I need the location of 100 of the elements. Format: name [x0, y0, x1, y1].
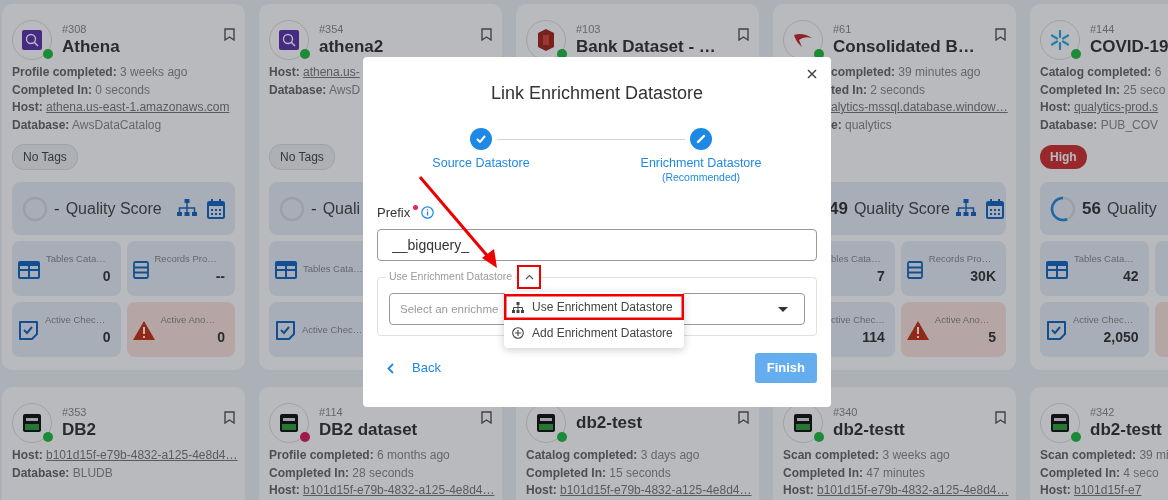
quality-score: 56 — [1082, 197, 1101, 220]
stat-label: bles Cata… — [831, 251, 882, 266]
hierarchy-icon[interactable] — [177, 198, 197, 217]
chip-logo-icon — [23, 414, 41, 432]
stat-value: 0 — [101, 267, 111, 287]
info-line: Completed In: 15 seconds — [526, 464, 672, 482]
caret-icon — [778, 307, 788, 313]
field-label: Prefix — [377, 203, 411, 222]
card-title: COVID-19 — [1090, 35, 1168, 58]
hierarchy-icon — [512, 301, 524, 313]
stat-label: Records Pro… — [928, 251, 993, 266]
table-icon — [18, 260, 40, 279]
step-label: Enrichment Datastore — [640, 155, 762, 171]
snowflake-icon — [1050, 30, 1070, 50]
chevron-left-icon — [387, 362, 394, 374]
rows-icon — [132, 260, 149, 279]
info-line: Profile completed: 3 weeks ago — [12, 64, 189, 81]
checklist-icon — [18, 320, 39, 341]
chip-logo-icon — [280, 414, 298, 432]
card-title: Athena — [62, 35, 121, 58]
info-icon[interactable] — [421, 205, 435, 219]
host-link[interactable]: b101d15f-e79b-4832-a125-4e8d4… — [303, 483, 495, 497]
checklist-icon — [275, 320, 296, 341]
table-icon — [1046, 260, 1068, 279]
host-link[interactable]: alytics-mssql.database.window… — [831, 100, 1008, 114]
info-line: Database: AwsDataCatalog — [12, 116, 163, 134]
stat-label: Active Chec… — [302, 323, 364, 338]
calendar-icon[interactable] — [985, 198, 1004, 219]
info-line: Catalog completed: 6 — [1040, 64, 1163, 81]
magnifier-logo-icon — [22, 30, 42, 50]
stat-value: 0 — [216, 328, 225, 348]
collapse-button[interactable] — [517, 265, 542, 290]
prefix-field[interactable]: __bigquery_ — [377, 229, 817, 262]
host-link[interactable]: b101d15f-e79b-4832-a125-4e8d4… — [46, 448, 238, 462]
calendar-icon[interactable] — [207, 198, 225, 219]
host-link[interactable]: qualytics-prod.s — [1074, 100, 1159, 114]
warning-icon — [132, 321, 155, 340]
hierarchy-icon[interactable] — [955, 198, 976, 217]
info-line: Host: b101d15f-e79b-4832-a125-4e8d4… — [783, 482, 1006, 499]
card-title: athena2 — [319, 35, 385, 58]
host-link[interactable]: b101d15f-e79b-4832-a125-4e8d4… — [817, 483, 1009, 497]
bookmark-icon[interactable] — [481, 411, 492, 424]
pencil-icon — [696, 133, 706, 144]
swoosh-logo-icon — [793, 32, 813, 48]
step-note: (Recommended) — [661, 170, 741, 183]
rows-icon — [906, 260, 923, 279]
info-line: Completed In: 28 seconds — [269, 464, 415, 482]
back-button[interactable]: Back — [377, 354, 451, 382]
add-circle-icon — [512, 327, 524, 339]
bookmark-icon[interactable] — [224, 411, 235, 424]
quality-label: Quality — [1106, 198, 1157, 219]
host-link[interactable]: athena.us-east-1.amazonaws.com — [46, 100, 230, 114]
card-title: db2-testt — [833, 418, 906, 441]
card-number: #61 — [833, 22, 853, 36]
info-line: Completed In: 25 seco — [1040, 81, 1167, 99]
host-link[interactable]: b101d15f-e79b-4832-a125-4e8d4… — [560, 483, 752, 497]
info-line: Host: b101d15f-e79b-4832-a125-4e8d4… — [269, 482, 492, 499]
host-link[interactable]: athena.us- — [303, 65, 360, 79]
check-icon — [476, 134, 486, 143]
stat-value: 30K — [969, 267, 996, 287]
bookmark-icon[interactable] — [995, 28, 1006, 41]
info-line: e: qualytics — [831, 116, 893, 134]
info-line: completed: 39 minutes ago — [831, 64, 982, 81]
bookmark-icon[interactable] — [224, 28, 235, 41]
bookmark-icon[interactable] — [738, 28, 749, 41]
stat-value: 114 — [861, 328, 885, 348]
stat-value: 2,050 — [1102, 328, 1139, 348]
info-line: Profile completed: 6 months ago — [269, 447, 451, 464]
card-number: #354 — [319, 22, 345, 36]
info-line: Host: b101d15f-e79b-4832-a125-4e8d4… — [12, 447, 235, 464]
chip-logo-icon — [537, 414, 555, 432]
checklist-icon — [1046, 320, 1067, 341]
info-line: ted In: 2 seconds — [831, 81, 927, 99]
info-line: Database: BLUDB — [12, 464, 114, 482]
card-title: DB2 dataset — [319, 418, 419, 441]
info-line: Completed In: 47 minutes — [783, 464, 927, 482]
menu-item[interactable]: Add Enrichment Datastore — [504, 320, 684, 346]
stat-label: Active Ano… — [934, 312, 991, 327]
info-line: Scan completed: 3 weeks ago — [783, 447, 951, 464]
quality-score: - — [54, 197, 60, 220]
info-line: Catalog completed: 3 days ago — [526, 447, 701, 464]
bookmark-icon[interactable] — [995, 411, 1006, 424]
info-line: Scan completed: 39 mi — [1040, 447, 1168, 464]
menu-item[interactable]: Use Enrichment Datastore — [504, 294, 684, 320]
warning-icon — [906, 321, 929, 340]
stat-value: 5 — [987, 328, 996, 348]
stat-label: Active Chec… — [45, 312, 107, 327]
close-icon[interactable] — [807, 69, 817, 79]
magnifier-logo-icon — [279, 30, 299, 50]
quality-score: - — [311, 197, 317, 220]
table-icon — [275, 260, 297, 279]
host-link[interactable]: b101d15f-e7 — [1074, 483, 1142, 497]
bookmark-icon[interactable] — [738, 411, 749, 424]
info-line: Completed In: 0 seconds — [12, 81, 152, 99]
tag-pill: No Tags — [269, 144, 335, 170]
cube-logo-icon — [538, 29, 554, 51]
tag-pill: High — [1040, 145, 1087, 169]
bookmark-icon[interactable] — [481, 28, 492, 41]
stat-label: ctive Chec… — [831, 312, 885, 327]
chevron-icon — [524, 274, 534, 281]
